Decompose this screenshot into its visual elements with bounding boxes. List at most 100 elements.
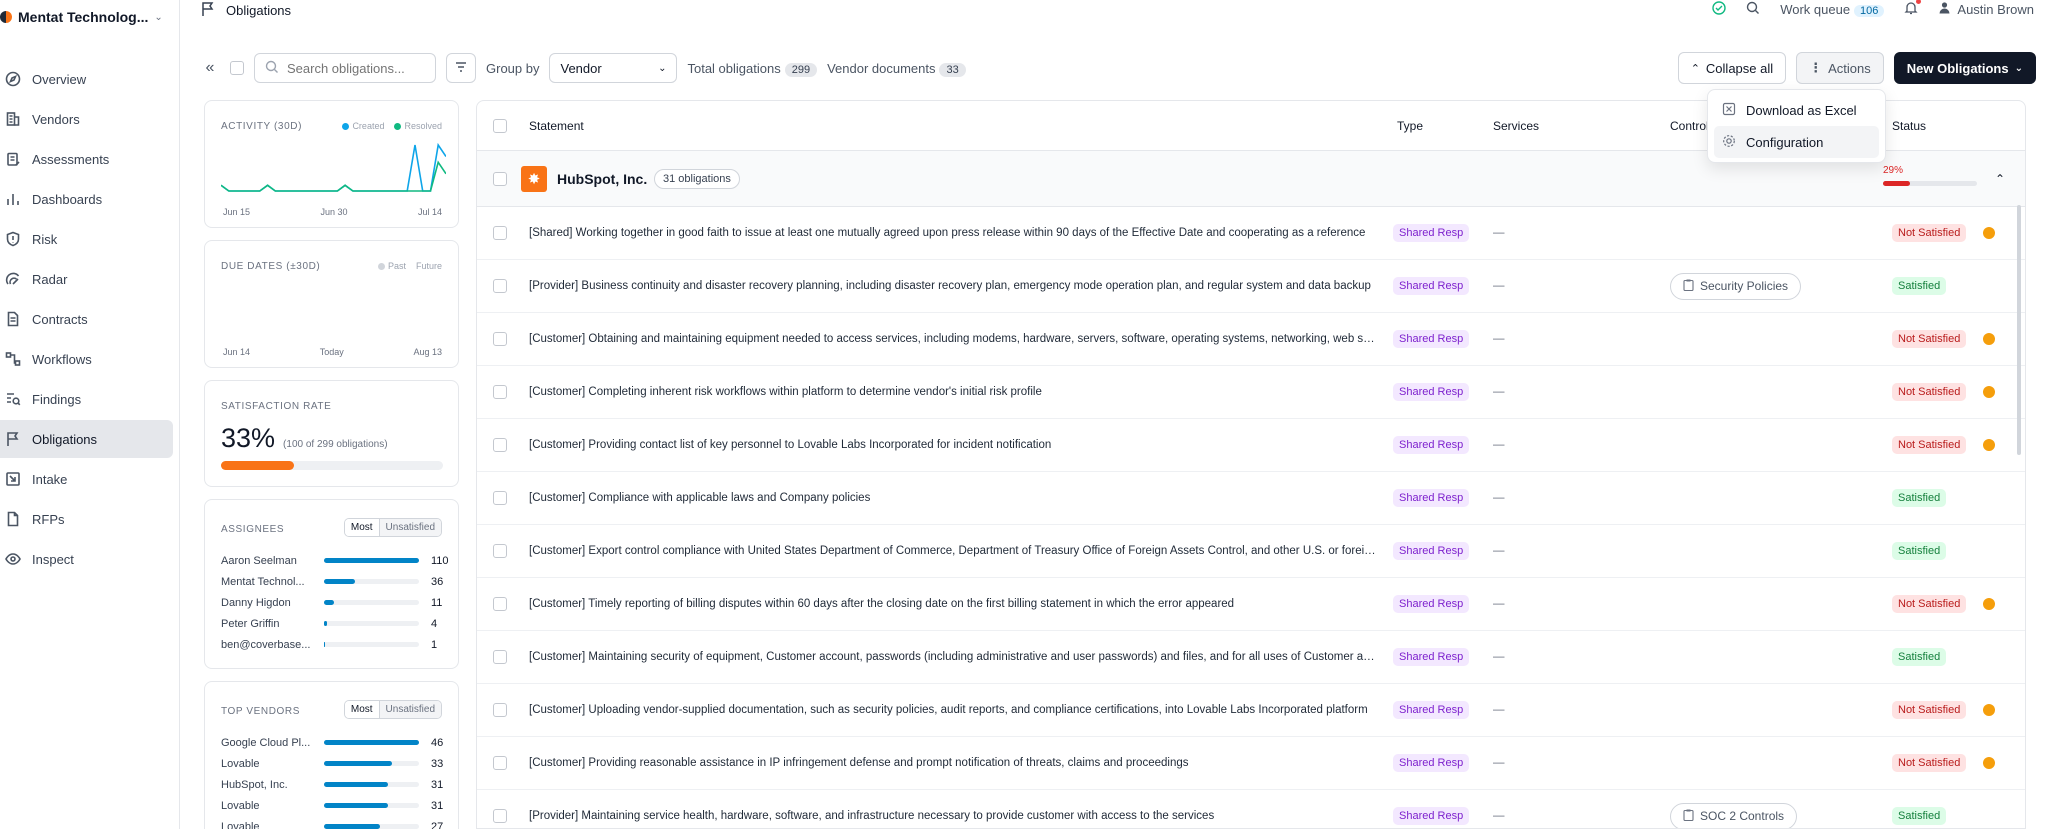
group-checkbox[interactable]	[493, 171, 507, 186]
row-checkbox[interactable]	[493, 385, 507, 399]
table-scrollbar[interactable]	[2017, 205, 2021, 455]
row-checkbox[interactable]	[493, 809, 507, 823]
row-type-pill: Shared Resp	[1393, 648, 1470, 666]
satisfaction-sub: (100 of 299 obligations)	[283, 439, 388, 450]
sidebar-item-vendors[interactable]: Vendors	[0, 100, 173, 138]
sidebar-item-label: Dashboards	[32, 191, 103, 207]
table-row[interactable]: [Customer] Obtaining and maintaining equ…	[477, 313, 2025, 366]
row-checkbox[interactable]	[493, 756, 507, 770]
filter-button[interactable]	[446, 53, 476, 83]
menu-download-excel[interactable]: Download as Excel	[1714, 94, 1879, 126]
row-services: —	[1493, 386, 1505, 398]
sidebar-item-label: Findings	[32, 391, 82, 407]
row-checkbox[interactable]	[493, 438, 507, 452]
check-circle-icon[interactable]	[1712, 0, 1726, 18]
assignees-bar	[324, 579, 356, 584]
row-type-pill: Shared Resp	[1393, 489, 1470, 507]
group-by-select[interactable]: Vendor ⌄	[549, 53, 678, 83]
table-row[interactable]: [Customer] Uploading vendor-supplied doc…	[477, 684, 2025, 737]
assignees-row[interactable]: ben@coverbase... 1	[221, 634, 449, 655]
sidebar-item-label: Vendors	[32, 111, 80, 127]
sidebar-item-obligations[interactable]: Obligations	[0, 420, 173, 458]
top-vendors-title: TOP VENDORS	[221, 706, 301, 717]
sidebar-item-overview[interactable]: Overview	[0, 60, 173, 98]
row-checkbox[interactable]	[493, 332, 507, 346]
row-checkbox[interactable]	[493, 703, 507, 717]
header-status[interactable]: Status	[1892, 119, 1926, 133]
row-checkbox[interactable]	[493, 650, 507, 664]
assignees-bar	[324, 558, 419, 563]
row-checkbox[interactable]	[493, 544, 507, 558]
sidebar-item-inspect[interactable]: Inspect	[0, 540, 173, 578]
table-row[interactable]: [Customer] Export control compliance wit…	[477, 525, 2025, 578]
actions-button[interactable]: ⋮ Actions	[1796, 52, 1884, 84]
sidebar-item-workflows[interactable]: Workflows	[0, 340, 173, 378]
table-row[interactable]: [Provider] Business continuity and disas…	[477, 260, 2025, 313]
top_vendors-bar	[324, 761, 393, 766]
org-switcher[interactable]: Mentat Technolog... ⌄	[0, 0, 179, 34]
search-input[interactable]	[287, 60, 427, 76]
menu-configuration-label: Configuration	[1746, 134, 1824, 150]
assignees-row[interactable]: Aaron Seelman 110	[221, 550, 449, 571]
top_vendors-row[interactable]: Google Cloud Pl... 46	[221, 732, 443, 753]
table-row[interactable]: [Shared] Working together in good faith …	[477, 207, 2025, 260]
assignees-most-tab[interactable]: Most	[344, 519, 380, 536]
top_vendors-row[interactable]: Lovable 31	[221, 795, 443, 816]
row-checkbox[interactable]	[493, 279, 507, 293]
table-row[interactable]: [Customer] Providing reasonable assistan…	[477, 737, 2025, 790]
actions-label: Actions	[1828, 60, 1871, 76]
top_vendors-row[interactable]: Lovable 33	[221, 753, 443, 774]
sidebar-item-radar[interactable]: Radar	[0, 260, 173, 298]
top-vendors-unsatisfied-tab[interactable]: Unsatisfied	[379, 701, 441, 718]
sidebar-item-risk[interactable]: Risk	[0, 220, 173, 258]
row-control-pill[interactable]: Security Policies	[1670, 272, 1802, 300]
sidebar-item-intake[interactable]: Intake	[0, 460, 173, 498]
top_vendors-name: Lovable	[221, 757, 260, 770]
search-icon[interactable]	[1746, 1, 1760, 18]
search-box[interactable]	[254, 53, 436, 83]
header-type[interactable]: Type	[1397, 119, 1423, 133]
row-checkbox[interactable]	[493, 226, 507, 240]
assignees-value: 4	[431, 617, 438, 630]
sidebar-item-assessments[interactable]: Assessments	[0, 140, 173, 178]
row-warning-dot	[1983, 227, 1995, 239]
table-row[interactable]: [Customer] Completing inherent risk work…	[477, 366, 2025, 419]
row-statement: [Customer] Timely reporting of billing d…	[529, 598, 1235, 610]
select-all-checkbox[interactable]	[230, 61, 244, 75]
bell-icon[interactable]	[1904, 0, 1922, 18]
assignees-row[interactable]: Danny Higdon 11	[221, 592, 449, 613]
assignees-row[interactable]: Peter Griffin 4	[221, 613, 449, 634]
table-row[interactable]: [Customer] Timely reporting of billing d…	[477, 578, 2025, 631]
sidebar-item-dashboards[interactable]: Dashboards	[0, 180, 173, 218]
assignees-row[interactable]: Mentat Technol... 36	[221, 571, 449, 592]
due-dates-x-tick: Today	[319, 347, 344, 357]
work-queue-button[interactable]: Work queue 106	[1780, 2, 1885, 17]
table-row[interactable]: [Customer] Compliance with applicable la…	[477, 472, 2025, 525]
collapse-all-button[interactable]: ⌃ Collapse all	[1677, 52, 1787, 84]
table-row[interactable]: [Provider] Maintaining service health, h…	[477, 790, 2025, 828]
menu-configuration[interactable]: Configuration	[1714, 126, 1879, 158]
top_vendors-row[interactable]: Lovable 27	[221, 816, 443, 829]
sidebar-item-findings[interactable]: Findings	[0, 380, 173, 418]
row-control-pill[interactable]: SOC 2 Controls	[1670, 802, 1798, 828]
new-obligations-button[interactable]: New Obligations ⌄	[1893, 52, 2036, 84]
row-checkbox[interactable]	[493, 491, 507, 505]
table-row[interactable]: [Customer] Maintaining security of equip…	[477, 631, 2025, 684]
row-services: —	[1493, 704, 1505, 716]
chevron-up-icon[interactable]: ⌃	[1995, 172, 2005, 186]
top-vendors-most-tab[interactable]: Most	[344, 701, 380, 718]
collapse-panel-icon[interactable]: «	[200, 59, 220, 77]
row-checkbox[interactable]	[493, 597, 507, 611]
header-statement[interactable]: Statement	[529, 119, 584, 133]
assignees-unsatisfied-tab[interactable]: Unsatisfied	[379, 519, 441, 536]
header-checkbox[interactable]	[493, 118, 507, 133]
sidebar-item-rfps[interactable]: RFPs	[0, 500, 173, 538]
sidebar-item-contracts[interactable]: Contracts	[0, 300, 173, 338]
total-obligations-label: Total obligations	[687, 60, 781, 76]
building-icon	[4, 110, 22, 128]
top_vendors-row[interactable]: HubSpot, Inc. 31	[221, 774, 443, 795]
row-status-pill: Satisfied	[1892, 807, 1947, 825]
table-row[interactable]: [Customer] Providing contact list of key…	[477, 419, 2025, 472]
header-services[interactable]: Services	[1493, 119, 1539, 133]
user-menu[interactable]: Austin Brown	[1938, 1, 2034, 17]
